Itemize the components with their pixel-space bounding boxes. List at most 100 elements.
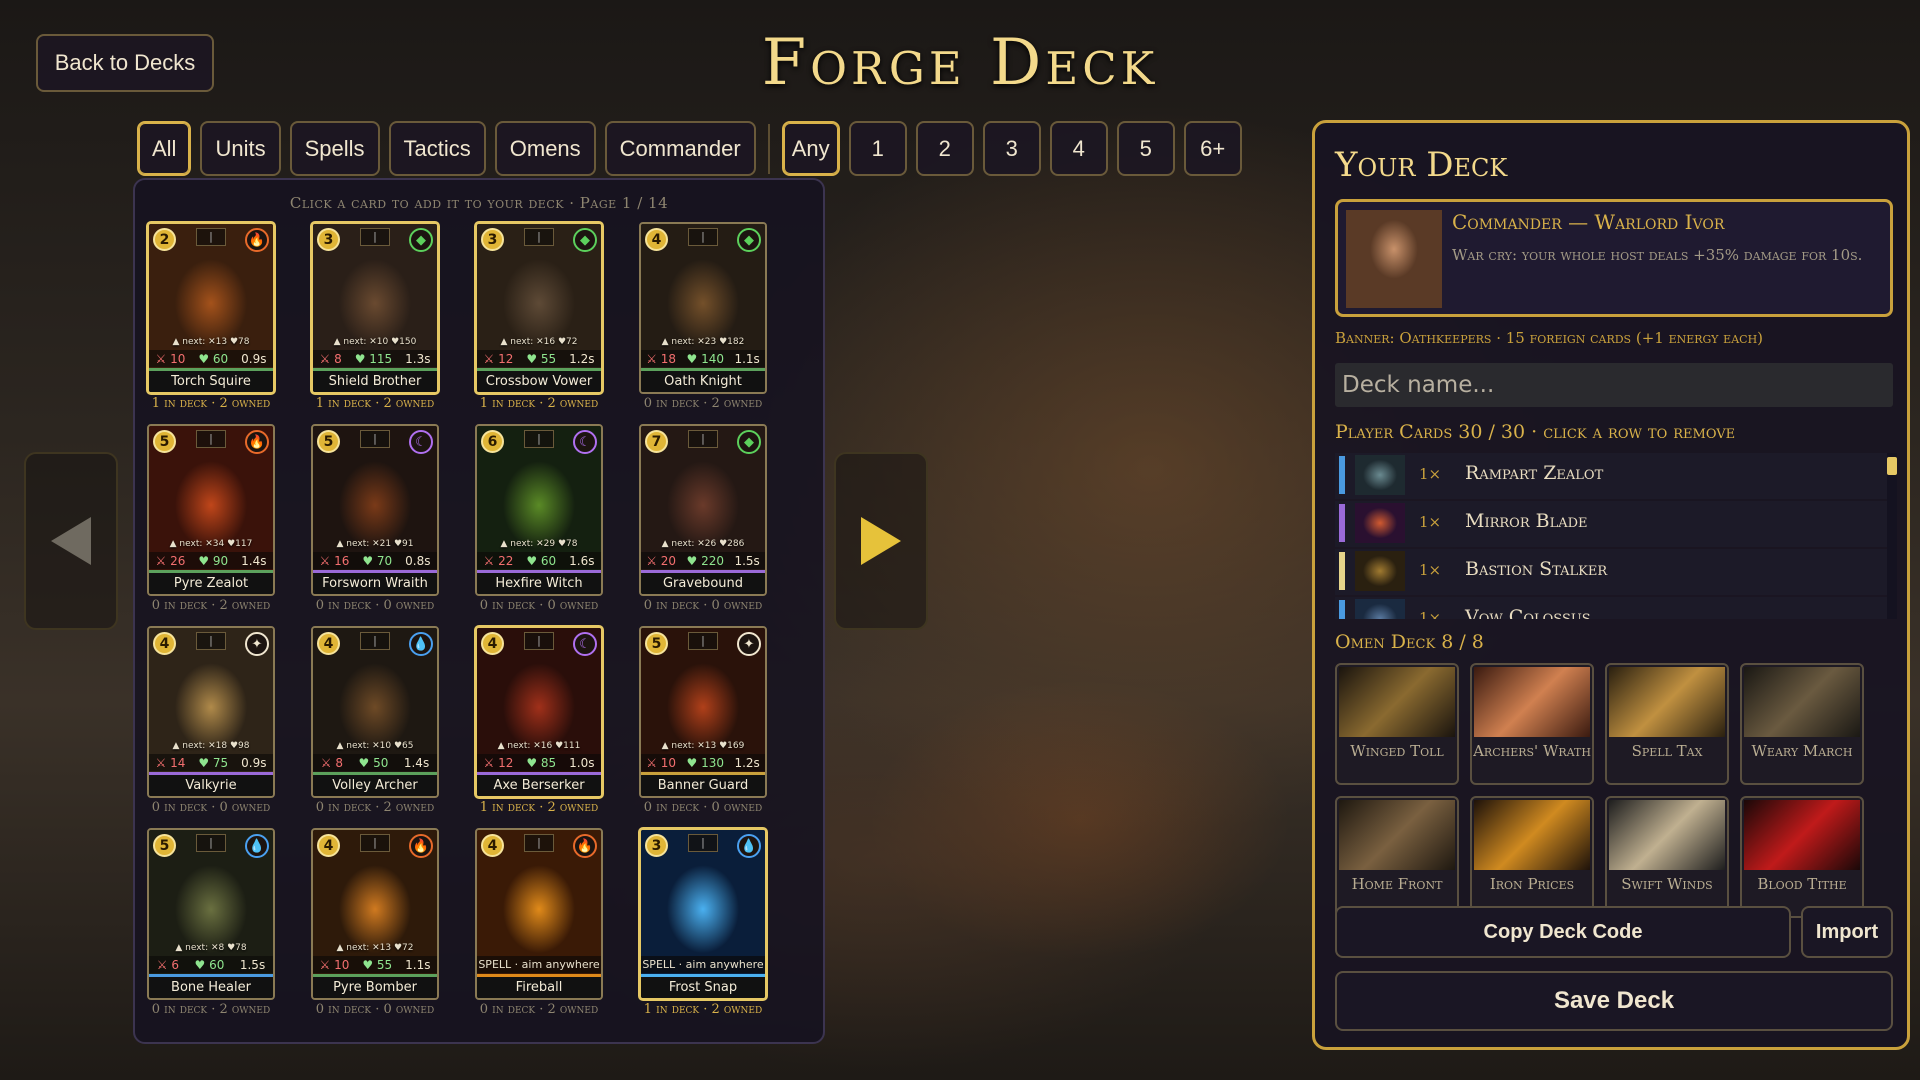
next-page-button[interactable] [834, 452, 928, 630]
attack-stat: ⚔ 8 [321, 756, 343, 770]
omen-card[interactable]: Blood Tithe [1740, 796, 1864, 918]
omen-card[interactable]: Weary March [1740, 663, 1864, 785]
attack-stat: ⚔ 14 [155, 756, 185, 770]
cost-filter-3[interactable]: 3 [982, 121, 1041, 176]
attack-value: 12 [498, 755, 514, 770]
sword-icon: ⚔ [319, 957, 335, 972]
attack-stat: ⚔ 10 [319, 958, 349, 972]
attack-stat: ⚔ 12 [483, 756, 513, 770]
card-owned-count: 0 in deck · 2 owned [151, 598, 271, 613]
deck-name-input[interactable] [1335, 363, 1893, 407]
library-card[interactable]: 4 | 🔥 SPELL · aim anywhere Fireball [475, 828, 603, 1000]
heart-icon: ♥ [526, 351, 541, 366]
library-card[interactable]: 3 | ◆ ▲ next: ✕16 ♥72 ⚔ 12 ♥ 55 1.2s Cro… [475, 222, 603, 394]
card-stats: ⚔ 8 ♥ 50 1.4s [313, 754, 437, 771]
sword-icon: ⚔ [319, 553, 335, 568]
library-card[interactable]: 5 | 💧 ▲ next: ✕8 ♥78 ⚔ 6 ♥ 60 1.5s Bone … [147, 828, 275, 1000]
omen-art [1609, 800, 1725, 870]
library-card[interactable]: 4 | ☾ ▲ next: ✕16 ♥111 ⚔ 12 ♥ 85 1.0s Ax… [475, 626, 603, 798]
card-level-tab: | [196, 430, 226, 448]
fire-element-icon: 🔥 [245, 430, 269, 454]
library-card[interactable]: 5 | ☾ ▲ next: ✕21 ♥91 ⚔ 16 ♥ 70 0.8s For… [311, 424, 439, 596]
library-card[interactable]: 4 | 💧 ▲ next: ✕10 ♥65 ⚔ 8 ♥ 50 1.4s Voll… [311, 626, 439, 798]
deck-card-row[interactable]: 1× Mirror Blade [1335, 501, 1893, 547]
scrollbar-thumb[interactable] [1887, 457, 1897, 475]
library-card[interactable]: 6 | ☾ ▲ next: ✕29 ♥78 ⚔ 22 ♥ 60 1.6s Hex… [475, 424, 603, 596]
card-color-bar [1339, 504, 1345, 542]
library-card[interactable]: 2 | 🔥 ▲ next: ✕13 ♥78 ⚔ 10 ♥ 60 0.9s Tor… [147, 222, 275, 394]
card-level-tab: | [688, 834, 718, 852]
library-card[interactable]: 4 | ◆ ▲ next: ✕23 ♥182 ⚔ 18 ♥ 140 1.1s O… [639, 222, 767, 394]
omen-card[interactable]: Swift Winds [1605, 796, 1729, 918]
filter-spells[interactable]: Spells [289, 121, 380, 176]
filter-all[interactable]: All [137, 121, 192, 176]
deck-card-row[interactable]: 1× Rampart Zealot [1335, 453, 1893, 499]
library-card[interactable]: 3 | ◆ ▲ next: ✕10 ♥150 ⚔ 8 ♥ 115 1.3s Sh… [311, 222, 439, 394]
attack-speed: 1.3s [405, 351, 431, 366]
card-name: Shield Brother [313, 368, 437, 392]
cost-filter-any[interactable]: Any [781, 121, 840, 176]
card-name: Bastion Stalker [1465, 558, 1608, 580]
omen-card[interactable]: Spell Tax [1605, 663, 1729, 785]
next-level-stats: ▲ next: ✕34 ♥117 [169, 539, 253, 549]
card-library-panel: Click a card to add it to your deck · Pa… [133, 178, 825, 1044]
deck-card-row[interactable]: 1× Vow Colossus [1335, 597, 1893, 619]
card-name: Banner Guard [641, 772, 765, 796]
library-card[interactable]: 5 | 🔥 ▲ next: ✕34 ♥117 ⚔ 26 ♥ 90 1.4s Py… [147, 424, 275, 596]
import-button[interactable]: Import [1801, 906, 1893, 958]
omen-card[interactable]: Iron Prices [1470, 796, 1594, 918]
card-owned-count: 0 in deck · 2 owned [479, 1002, 599, 1017]
cost-filter-1[interactable]: 1 [848, 121, 907, 176]
attack-stat: ⚔ 10 [646, 756, 676, 770]
attack-stat: ⚔ 6 [157, 958, 179, 972]
cost-filter-4[interactable]: 4 [1049, 121, 1108, 176]
filter-omens[interactable]: Omens [494, 121, 596, 176]
filter-tactics[interactable]: Tactics [388, 121, 486, 176]
cost-filter-5[interactable]: 5 [1116, 121, 1175, 176]
library-card[interactable]: 7 | ◆ ▲ next: ✕26 ♥286 ⚔ 20 ♥ 220 1.5s G… [639, 424, 767, 596]
card-owned-count: 0 in deck · 2 owned [151, 1002, 271, 1017]
deck-card-row[interactable]: 1× Bastion Stalker [1335, 549, 1893, 595]
sword-icon: ⚔ [156, 957, 172, 972]
health-stat: ♥ 70 [362, 554, 392, 568]
cost-filter-6-plus[interactable]: 6+ [1183, 121, 1242, 176]
copy-deck-code-button[interactable]: Copy Deck Code [1335, 906, 1791, 958]
health-stat: ♥ 60 [194, 958, 224, 972]
card-name: Mirror Blade [1465, 510, 1588, 532]
attack-stat: ⚔ 26 [155, 554, 185, 568]
library-card[interactable]: 5 | ✦ ▲ next: ✕13 ♥169 ⚔ 10 ♥ 130 1.2s B… [639, 626, 767, 798]
next-level-stats: ▲ next: ✕16 ♥111 [497, 741, 581, 751]
omen-name: Iron Prices [1489, 875, 1575, 893]
omen-card[interactable]: Home Front [1335, 796, 1459, 918]
filter-commander[interactable]: Commander [604, 121, 756, 176]
card-quantity: 1× [1419, 561, 1442, 579]
library-card[interactable]: 3 | 💧 SPELL · aim anywhere Frost Snap [639, 828, 767, 1000]
attack-value: 8 [334, 351, 342, 366]
omen-name: Weary March [1751, 742, 1853, 760]
card-owned-count: 0 in deck · 2 owned [315, 800, 435, 815]
omen-card[interactable]: Winged Toll [1335, 663, 1459, 785]
commander-title: Commander — Warlord Ivor [1452, 210, 1725, 234]
omen-card[interactable]: Archers' Wrath [1470, 663, 1594, 785]
card-quantity: 1× [1419, 513, 1442, 531]
card-name: Forsworn Wraith [313, 570, 437, 594]
filter-units[interactable]: Units [200, 121, 281, 176]
card-cost-badge: 4 [317, 834, 340, 857]
library-card[interactable]: 4 | ✦ ▲ next: ✕18 ♥98 ⚔ 14 ♥ 75 0.9s Val… [147, 626, 275, 798]
next-level-stats: ▲ next: ✕16 ♥72 [500, 337, 578, 347]
card-name: Pyre Bomber [313, 974, 437, 998]
next-level-stats: ▲ next: ✕8 ♥78 [175, 943, 247, 953]
library-card[interactable]: 4 | 🔥 ▲ next: ✕13 ♥72 ⚔ 10 ♥ 55 1.1s Pyr… [311, 828, 439, 1000]
page-indicator: Page 1 / 14 [579, 194, 669, 212]
next-level-stats: ▲ next: ✕18 ♥98 [172, 741, 250, 751]
player-cards-scrollbar[interactable] [1887, 453, 1897, 619]
prev-page-button[interactable] [24, 452, 118, 630]
card-name: Vow Colossus [1465, 606, 1591, 619]
commander-card[interactable]: Commander — Warlord Ivor War cry: your w… [1335, 199, 1893, 317]
attack-value: 10 [334, 957, 350, 972]
card-name: Gravebound [641, 570, 765, 594]
save-deck-button[interactable]: Save Deck [1335, 971, 1893, 1031]
library-hint-text: Click a card to add it to your deck [289, 194, 564, 212]
cost-filter-2[interactable]: 2 [915, 121, 974, 176]
card-stats: ⚔ 16 ♥ 70 0.8s [313, 552, 437, 569]
